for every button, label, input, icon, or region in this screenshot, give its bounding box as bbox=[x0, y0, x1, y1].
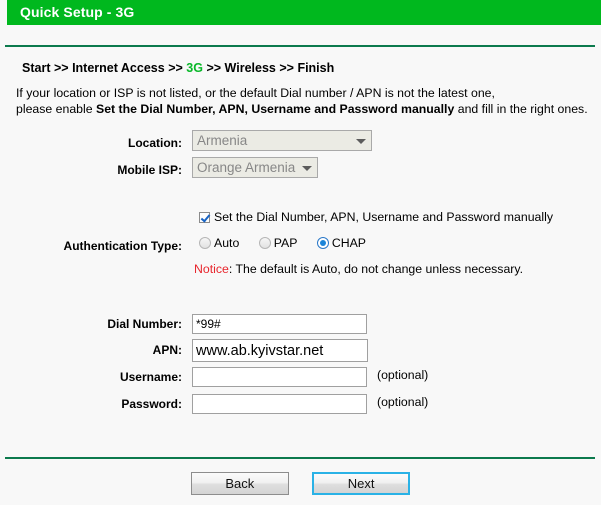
back-button[interactable]: Back bbox=[190, 472, 289, 495]
username-field: (optional) bbox=[192, 367, 428, 387]
breadcrumb-step-wireless: Wireless bbox=[224, 61, 276, 75]
username-input[interactable] bbox=[192, 367, 367, 387]
dial-number-row: Dial Number: bbox=[0, 311, 601, 337]
breadcrumb-step-3g: 3G bbox=[186, 61, 203, 75]
intro-line-2-bold: Set the Dial Number, APN, Username and P… bbox=[96, 102, 455, 116]
auth-type-option-auto[interactable]: Auto bbox=[199, 236, 239, 250]
breadcrumb-step-internet-access: Internet Access bbox=[72, 61, 165, 75]
auth-type-notice: Notice: The default is Auto, do not chan… bbox=[194, 262, 523, 276]
password-optional-hint: (optional) bbox=[377, 395, 429, 409]
apn-row: APN: bbox=[0, 337, 601, 363]
button-bar: Back Next bbox=[0, 472, 601, 495]
window-titlebar: Quick Setup - 3G bbox=[7, 0, 601, 25]
location-row: Location: Armenia bbox=[0, 130, 601, 156]
chevron-down-icon bbox=[302, 166, 313, 171]
dial-number-label: Dial Number: bbox=[107, 317, 182, 331]
password-input[interactable] bbox=[192, 394, 367, 414]
auth-type-option-pap-label: PAP bbox=[273, 236, 298, 250]
mobile-isp-label: Mobile ISP: bbox=[117, 163, 182, 177]
password-row: Password: (optional) bbox=[0, 391, 601, 417]
manual-settings-checkbox-label: Set the Dial Number, APN, Username and P… bbox=[214, 210, 554, 224]
next-button[interactable]: Next bbox=[312, 472, 411, 495]
radio-auto[interactable] bbox=[199, 237, 211, 249]
auth-type-option-pap[interactable]: PAP bbox=[258, 236, 298, 250]
divider-top bbox=[5, 45, 595, 47]
intro-line-2-prefix: please enable bbox=[16, 102, 96, 116]
apn-field bbox=[192, 339, 368, 362]
breadcrumb-separator: >> bbox=[206, 61, 222, 75]
location-select-value: Armenia bbox=[197, 133, 248, 148]
auth-type-option-chap[interactable]: CHAP bbox=[316, 236, 367, 250]
password-field: (optional) bbox=[192, 394, 428, 414]
breadcrumb-separator: >> bbox=[279, 61, 294, 75]
breadcrumb: Start >> Internet Access >> 3G >> Wirele… bbox=[22, 61, 334, 75]
location-field: Armenia bbox=[192, 130, 372, 151]
radio-pap[interactable] bbox=[258, 237, 271, 249]
divider-bottom bbox=[5, 457, 595, 459]
auth-type-option-chap-label: CHAP bbox=[331, 236, 367, 250]
auth-type-label: Authentication Type: bbox=[63, 239, 182, 253]
auth-type-radio-group: Auto PAP CHAP bbox=[199, 236, 382, 250]
intro-line-1: If your location or ISP is not listed, o… bbox=[16, 86, 495, 100]
breadcrumb-separator: >> bbox=[53, 61, 69, 75]
breadcrumb-step-finish: Finish bbox=[297, 61, 335, 75]
username-label: Username: bbox=[119, 370, 182, 384]
mobile-isp-select[interactable]: Orange Armenia bbox=[192, 157, 319, 178]
apn-input[interactable] bbox=[192, 339, 368, 362]
dial-number-field bbox=[192, 314, 367, 334]
breadcrumb-step-start: Start bbox=[22, 61, 51, 75]
manual-settings-checkbox-row[interactable]: Set the Dial Number, APN, Username and P… bbox=[199, 210, 553, 225]
location-label: Location: bbox=[128, 136, 182, 150]
auth-type-option-auto-label: Auto bbox=[214, 236, 240, 250]
apn-label: APN: bbox=[152, 343, 182, 357]
username-row: Username: (optional) bbox=[0, 364, 601, 390]
radio-chap[interactable] bbox=[316, 237, 329, 249]
manual-settings-checkbox[interactable] bbox=[199, 212, 210, 223]
mobile-isp-select-value: Orange Armenia bbox=[197, 160, 296, 175]
notice-prefix: Notice bbox=[194, 262, 229, 276]
dial-number-input[interactable] bbox=[192, 314, 367, 334]
page-title: Quick Setup - 3G bbox=[20, 4, 135, 20]
username-optional-hint: (optional) bbox=[377, 368, 429, 382]
notice-text: : The default is Auto, do not change unl… bbox=[228, 262, 524, 276]
intro-line-2-suffix: and fill in the right ones. bbox=[454, 102, 588, 116]
mobile-isp-field: Orange Armenia bbox=[192, 157, 319, 178]
intro-text: If your location or ISP is not listed, o… bbox=[16, 85, 591, 117]
mobile-isp-row: Mobile ISP: Orange Armenia bbox=[0, 157, 601, 183]
password-label: Password: bbox=[121, 397, 182, 411]
breadcrumb-separator: >> bbox=[168, 61, 183, 75]
intro-line-2: please enable Set the Dial Number, APN, … bbox=[16, 101, 591, 117]
location-select[interactable]: Armenia bbox=[192, 130, 372, 151]
chevron-down-icon bbox=[356, 139, 366, 144]
